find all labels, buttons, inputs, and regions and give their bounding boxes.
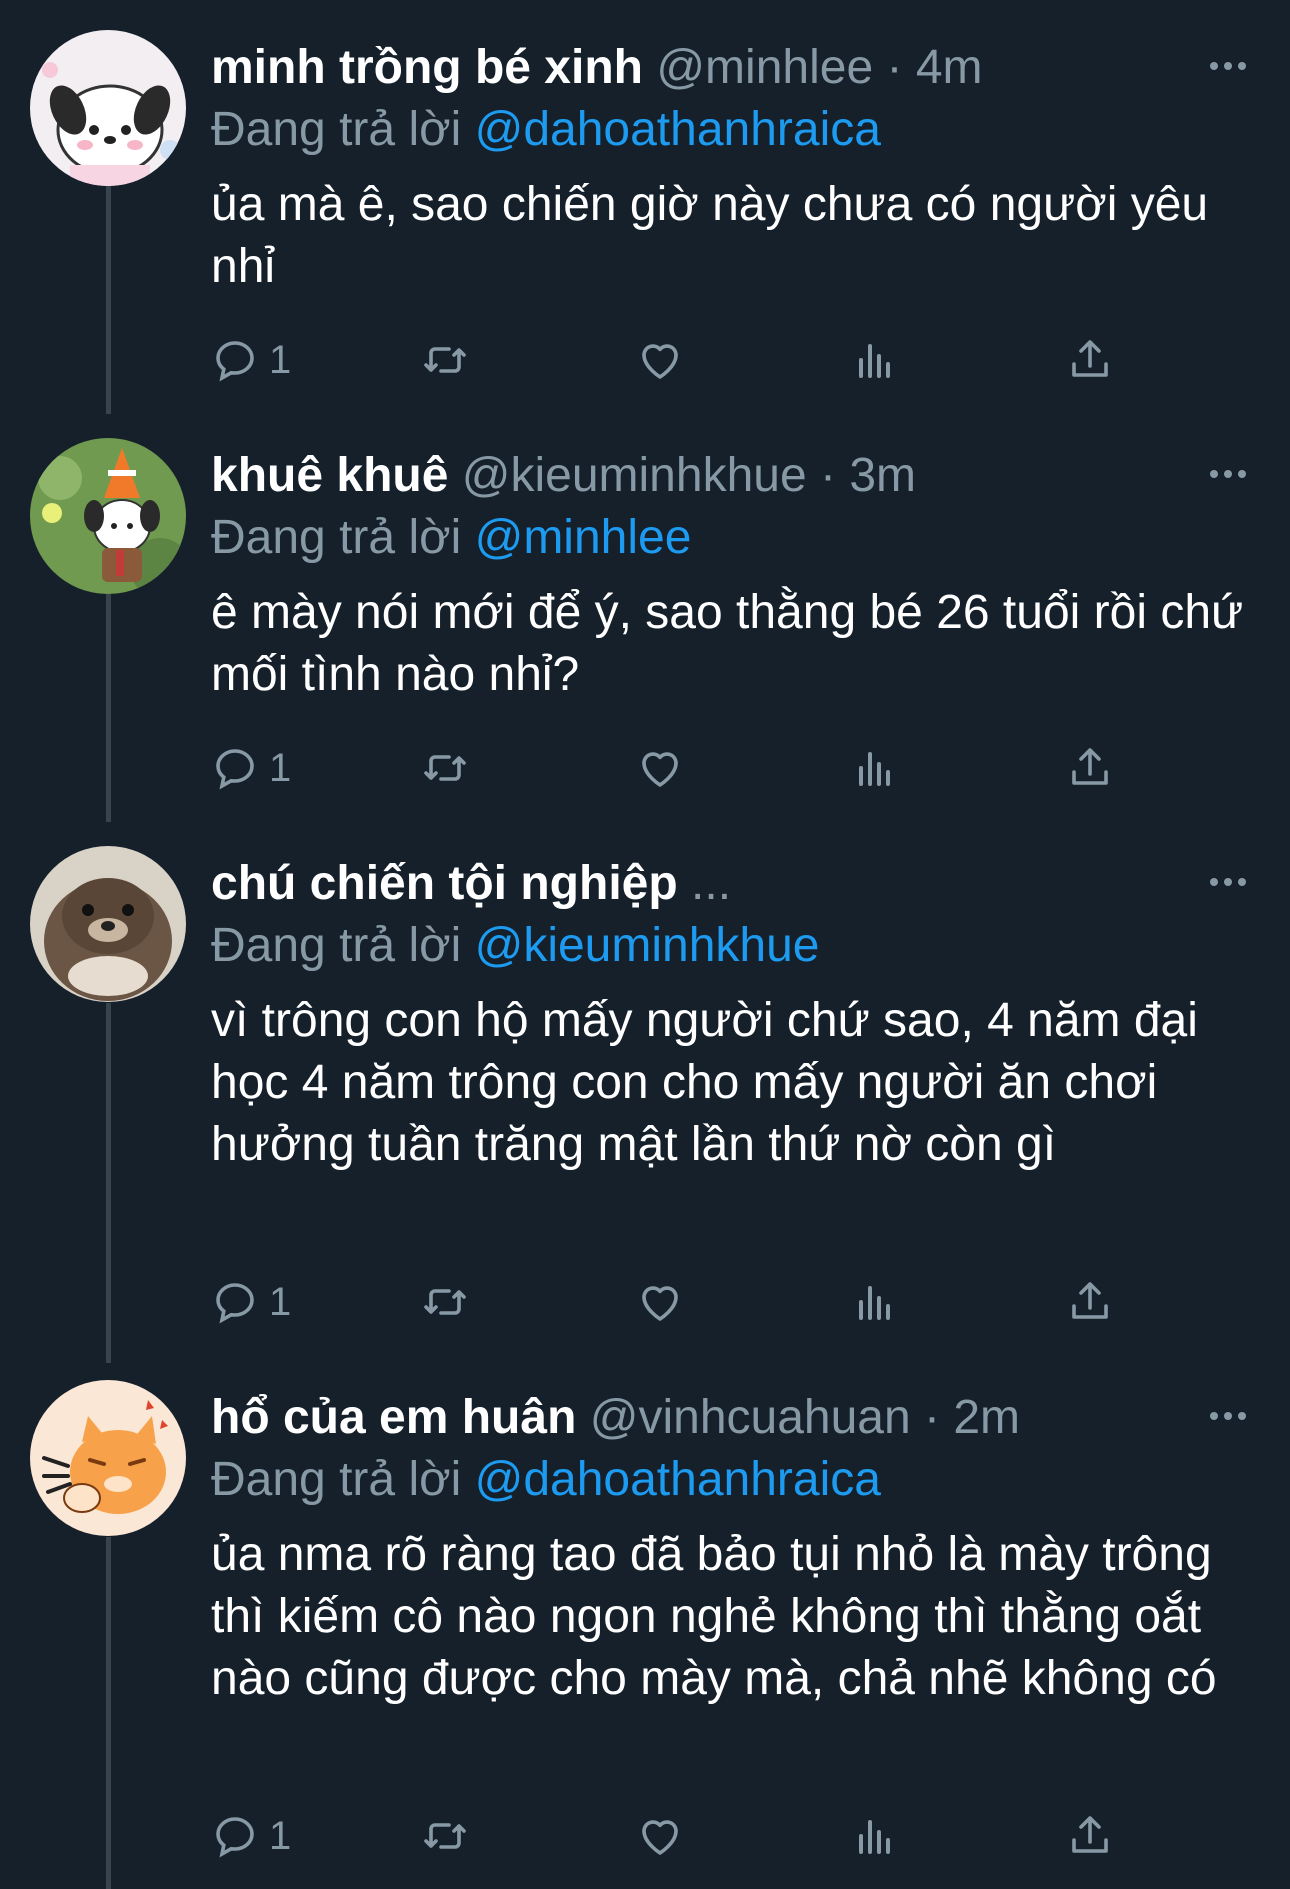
replying-to: Đang trả lời @kieuminhkhue bbox=[211, 916, 820, 976]
analytics-icon bbox=[859, 1286, 890, 1320]
handle[interactable]: @minhlee bbox=[656, 41, 873, 94]
reply-icon bbox=[216, 341, 254, 382]
retweet-icon bbox=[424, 755, 466, 781]
reply-count: 1 bbox=[269, 1279, 292, 1324]
reply-button[interactable]: 1 bbox=[211, 330, 291, 390]
share-icon bbox=[1072, 1816, 1108, 1853]
more-icon[interactable] bbox=[1208, 1410, 1248, 1422]
share-icon bbox=[1072, 340, 1108, 377]
separator-dot: · bbox=[924, 1391, 941, 1444]
analytics-icon bbox=[859, 344, 890, 378]
share-button[interactable] bbox=[1066, 738, 1114, 798]
tweet-text: ủa mà ê, sao chiến giờ này chưa có người… bbox=[211, 178, 1209, 293]
mention-link[interactable]: @dahoathanhraica bbox=[475, 103, 881, 156]
tweet-header: khuê khuê @kieuminhkhue · 3m bbox=[211, 446, 916, 506]
tweet-actions: 1 bbox=[211, 738, 1261, 798]
tweet-item[interactable]: hổ của em huân @vinhcuahuan · 2m Đang tr… bbox=[0, 1380, 1290, 1889]
replying-to-label: Đang trả lời bbox=[211, 919, 462, 972]
handle[interactable]: @vinhcuahuan bbox=[590, 1391, 911, 1444]
share-button[interactable] bbox=[1066, 1806, 1114, 1866]
like-button[interactable] bbox=[636, 738, 684, 798]
like-icon bbox=[642, 344, 678, 379]
retweet-button[interactable] bbox=[421, 738, 469, 798]
like-button[interactable] bbox=[636, 1806, 684, 1866]
timestamp[interactable]: 4m bbox=[916, 41, 983, 94]
tweet-item[interactable]: chú chiến tội nghiệp ... Đang trả lời @k… bbox=[0, 846, 1290, 1356]
like-button[interactable] bbox=[636, 1272, 684, 1332]
reply-icon bbox=[216, 1817, 254, 1858]
separator-dot: · bbox=[820, 449, 836, 502]
reply-button[interactable]: 1 bbox=[211, 738, 291, 798]
tweet-header: chú chiến tội nghiệp ... bbox=[211, 854, 731, 914]
tweet-text: vì trông con hộ mấy người chứ sao, 4 năm… bbox=[211, 994, 1198, 1171]
reply-button[interactable]: 1 bbox=[211, 1806, 291, 1866]
share-button[interactable] bbox=[1066, 330, 1114, 390]
mention-link[interactable]: @dahoathanhraica bbox=[475, 1453, 881, 1506]
tweet-item[interactable]: khuê khuê @kieuminhkhue · 3m Đang trả lờ… bbox=[0, 438, 1290, 818]
reply-icon bbox=[216, 749, 254, 790]
more-icon[interactable] bbox=[1208, 60, 1248, 72]
avatar[interactable] bbox=[30, 846, 186, 1002]
tweet-actions: 1 bbox=[211, 1806, 1261, 1866]
retweet-icon bbox=[424, 1823, 466, 1849]
reply-button[interactable]: 1 bbox=[211, 1272, 291, 1332]
analytics-button[interactable] bbox=[851, 330, 899, 390]
analytics-button[interactable] bbox=[851, 1806, 899, 1866]
separator-dot: · bbox=[886, 41, 903, 94]
like-icon bbox=[642, 1286, 678, 1321]
replying-to: Đang trả lời @dahoathanhraica bbox=[211, 1450, 881, 1510]
retweet-icon bbox=[424, 347, 466, 373]
replying-to: Đang trả lời @minhlee bbox=[211, 508, 691, 568]
like-icon bbox=[642, 1820, 678, 1855]
tweet-actions: 1 bbox=[211, 1272, 1261, 1332]
more-icon[interactable] bbox=[1208, 876, 1248, 888]
mention-link[interactable]: @minhlee bbox=[475, 511, 692, 564]
avatar[interactable] bbox=[30, 438, 186, 594]
like-button[interactable] bbox=[636, 330, 684, 390]
reply-count: 1 bbox=[269, 1813, 292, 1858]
display-name[interactable]: khuê khuê bbox=[211, 449, 448, 502]
share-icon bbox=[1072, 1282, 1108, 1319]
replying-to-label: Đang trả lời bbox=[211, 1453, 462, 1506]
tweet-text: ê mày nói mới để ý, sao thằng bé 26 tuổi… bbox=[211, 586, 1244, 701]
retweet-button[interactable] bbox=[421, 1806, 469, 1866]
display-name[interactable]: chú chiến tội nghiệp bbox=[211, 857, 678, 910]
share-button[interactable] bbox=[1066, 1272, 1114, 1332]
analytics-icon bbox=[859, 1820, 890, 1854]
replying-to-label: Đang trả lời bbox=[211, 511, 462, 564]
retweet-icon bbox=[424, 1289, 466, 1315]
tweet-header: minh trồng bé xinh @minhlee · 4m bbox=[211, 38, 983, 98]
share-icon bbox=[1072, 748, 1108, 785]
analytics-button[interactable] bbox=[851, 738, 899, 798]
reply-count: 1 bbox=[269, 745, 292, 790]
avatar[interactable] bbox=[30, 1380, 186, 1536]
tweet-actions: 1 bbox=[211, 330, 1261, 390]
timestamp[interactable]: 2m bbox=[953, 1391, 1020, 1444]
analytics-button[interactable] bbox=[851, 1272, 899, 1332]
timestamp[interactable]: 3m bbox=[849, 449, 916, 502]
tweet-text: ủa nma rõ ràng tao đã bảo tụi nhỏ là mày… bbox=[211, 1528, 1217, 1705]
display-name[interactable]: minh trồng bé xinh bbox=[211, 41, 643, 94]
avatar[interactable] bbox=[30, 30, 186, 186]
display-name[interactable]: hổ của em huân bbox=[211, 1391, 576, 1444]
analytics-icon bbox=[859, 752, 890, 786]
more-icon[interactable] bbox=[1208, 468, 1248, 480]
like-icon bbox=[642, 752, 678, 787]
retweet-button[interactable] bbox=[421, 330, 469, 390]
mention-link[interactable]: @kieuminhkhue bbox=[475, 919, 820, 972]
reply-icon bbox=[216, 1283, 254, 1324]
replying-to: Đang trả lời @dahoathanhraica bbox=[211, 100, 881, 160]
handle[interactable]: @kieuminhkhue bbox=[462, 449, 807, 502]
reply-count: 1 bbox=[269, 337, 292, 382]
retweet-button[interactable] bbox=[421, 1272, 469, 1332]
tweet-header: hổ của em huân @vinhcuahuan · 2m bbox=[211, 1388, 1020, 1448]
tweet-item[interactable]: minh trồng bé xinh @minhlee · 4m Đang tr… bbox=[0, 30, 1290, 410]
replying-to-label: Đang trả lời bbox=[211, 103, 462, 156]
handle-truncated[interactable]: ... bbox=[691, 857, 731, 910]
